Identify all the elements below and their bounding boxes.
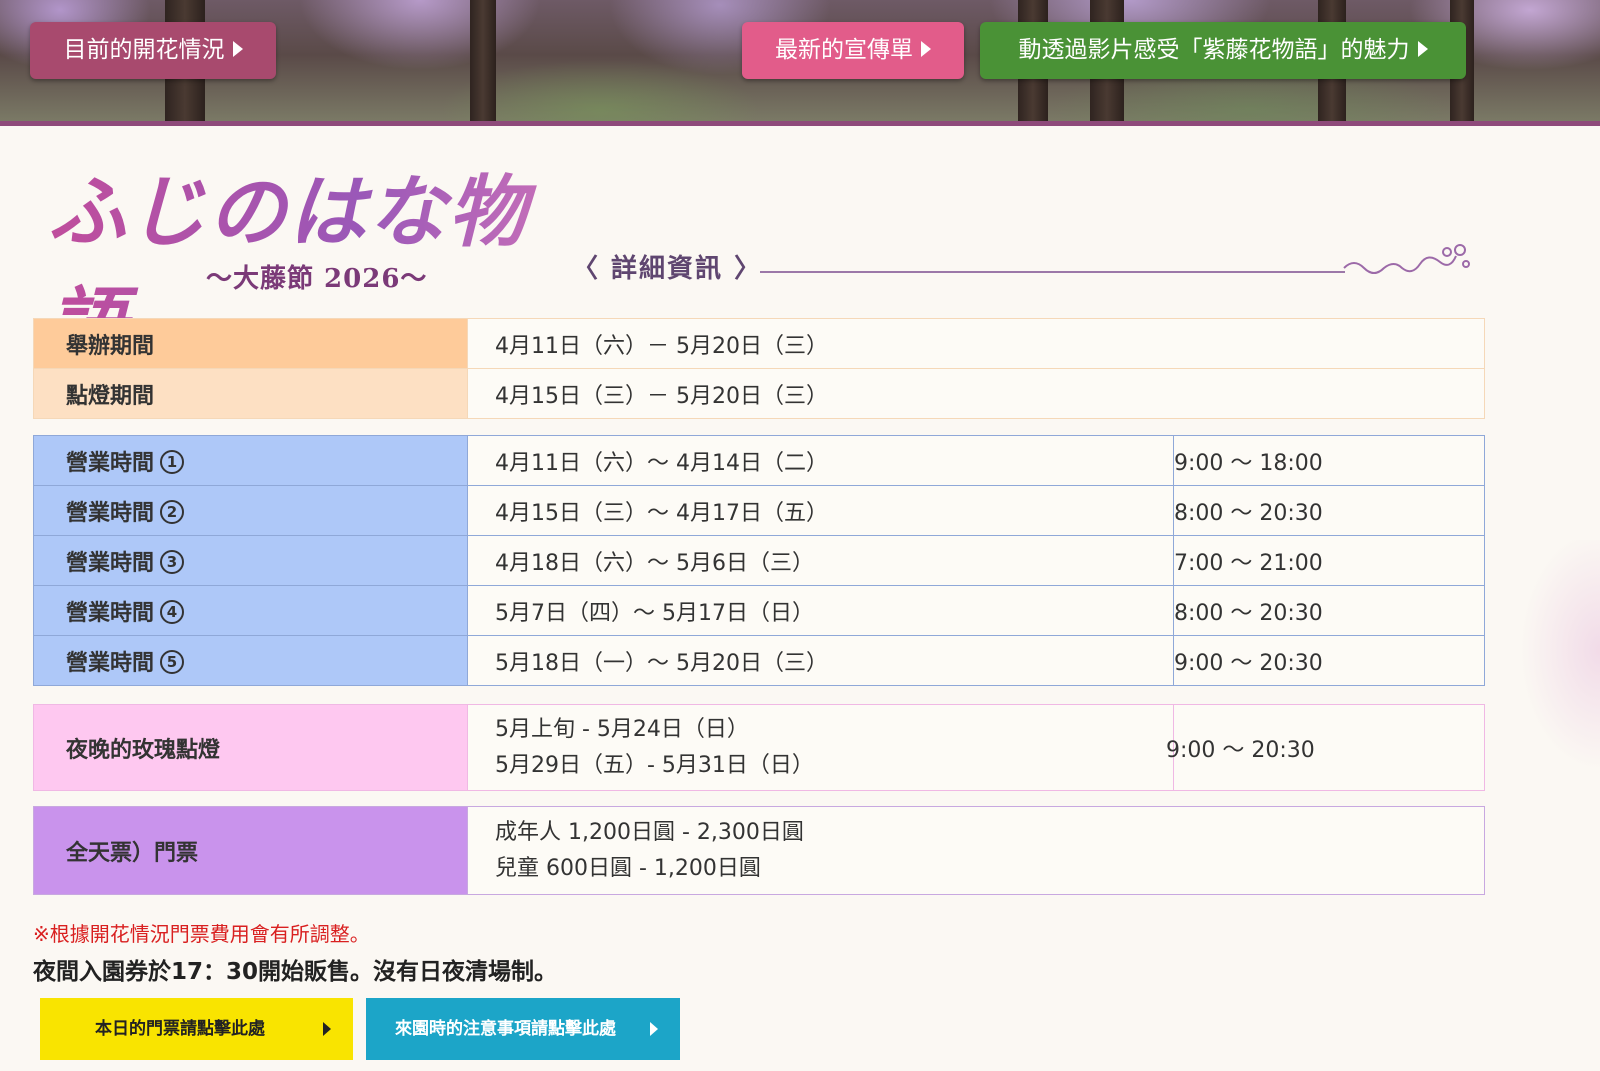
play-arrow-icon	[650, 1022, 658, 1036]
visit-notes-label: 來園時的注意事項請點擊此處	[395, 1019, 616, 1039]
hours-time: 8:00 〜 20:30	[1173, 485, 1485, 536]
video-button[interactable]: 動透過影片感受「紫藤花物語」的魅力	[980, 22, 1466, 79]
rose-dates-line: 5月29日（五）- 5月31日（日）	[495, 752, 814, 778]
hours-time: 9:00 〜 18:00	[1173, 435, 1485, 486]
latest-flyer-label: 最新的宣傳單	[775, 37, 913, 63]
period-table: 舉辦期間 4月11日（六）－ 5月20日（三） 點燈期間 4月15日（三）－ 5…	[33, 318, 1485, 419]
rose-dates-line: 5月上旬 - 5月24日（日）	[495, 716, 749, 742]
video-label: 動透過影片感受「紫藤花物語」的魅力	[1018, 37, 1410, 63]
latest-flyer-button[interactable]: 最新的宣傳單	[742, 22, 964, 79]
visit-notes-button[interactable]: 來園時的注意事項請點擊此處	[366, 998, 680, 1060]
wisteria-trunk	[470, 0, 496, 122]
table-row: 舉辦期間 4月11日（六）－ 5月20日（三）	[33, 318, 1485, 369]
hours-label: 營業時間 5	[33, 635, 468, 686]
ticket-price-line: 成年人 1,200日圓 - 2,300日圓	[495, 819, 804, 845]
circled-number: 3	[160, 549, 185, 574]
bloom-status-label: 目前的開花情況	[63, 37, 225, 63]
rose-dates: 5月上旬 - 5月24日（日） 5月29日（五）- 5月31日（日）	[467, 704, 1174, 791]
play-arrow-icon	[1417, 40, 1428, 57]
hours-label: 營業時間 2	[33, 485, 468, 536]
hours-time: 9:00 〜 20:30	[1173, 635, 1485, 686]
circled-number: 2	[160, 499, 185, 524]
today-ticket-button[interactable]: 本日的門票請點擊此處	[40, 998, 353, 1060]
hours-dates: 5月7日（四）〜 5月17日（日）	[467, 585, 1174, 636]
bloom-status-button[interactable]: 目前的開花情況	[30, 22, 276, 79]
hours-time: 8:00 〜 20:30	[1173, 585, 1485, 636]
hours-label-text: 營業時間	[66, 450, 155, 476]
play-arrow-icon	[921, 40, 931, 57]
play-arrow-icon	[232, 40, 243, 57]
rose-table: 夜晚的玫瑰點燈 5月上旬 - 5月24日（日） 5月29日（五）- 5月31日（…	[33, 704, 1485, 791]
hours-time: 7:00 〜 21:00	[1173, 535, 1485, 586]
rose-label: 夜晚的玫瑰點燈	[33, 704, 468, 791]
ticket-label: 全天票）門票	[33, 806, 468, 895]
logo-subtitle: 〜大藤節 2026〜	[206, 264, 428, 294]
play-arrow-icon	[323, 1022, 331, 1036]
hours-dates: 5月18日（一）〜 5月20日（三）	[467, 635, 1174, 686]
hours-label-text: 營業時間	[66, 600, 155, 626]
table-row: 全天票）門票 成年人 1,200日圓 - 2,300日圓 兒童 600日圓 - …	[33, 806, 1485, 895]
ticket-prices: 成年人 1,200日圓 - 2,300日圓 兒童 600日圓 - 1,200日圓	[467, 806, 1485, 895]
hours-label-text: 營業時間	[66, 550, 155, 576]
table-row: 夜晚的玫瑰點燈 5月上旬 - 5月24日（日） 5月29日（五）- 5月31日（…	[33, 704, 1485, 791]
price-adjust-note: ※根據開花情況門票費用會有所調整。	[33, 922, 370, 946]
table-row: 營業時間 3 4月18日（六）〜 5月6日（三） 7:00 〜 21:00	[33, 535, 1485, 586]
circled-number: 4	[160, 599, 185, 624]
table-row: 點燈期間 4月15日（三）－ 5月20日（三）	[33, 368, 1485, 419]
side-flower-decoration	[1510, 540, 1600, 770]
ticket-table: 全天票）門票 成年人 1,200日圓 - 2,300日圓 兒童 600日圓 - …	[33, 806, 1485, 895]
flourish-ornament-icon	[1343, 244, 1470, 274]
hours-table: 營業時間 1 4月11日（六）〜 4月14日（二） 9:00 〜 18:00 營業…	[33, 435, 1485, 686]
night-ticket-note: 夜間入園券於17：30開始販售。沒有日夜清場制。	[33, 959, 558, 985]
hours-dates: 4月11日（六）〜 4月14日（二）	[467, 435, 1174, 486]
table-row: 營業時間 5 5月18日（一）〜 5月20日（三） 9:00 〜 20:30	[33, 635, 1485, 686]
period-label: 舉辦期間	[33, 318, 468, 369]
hours-label-text: 營業時間	[66, 500, 155, 526]
today-ticket-label: 本日的門票請點擊此處	[95, 1019, 265, 1039]
heading-rule	[760, 271, 1345, 273]
hours-dates: 4月15日（三）〜 4月17日（五）	[467, 485, 1174, 536]
circled-number: 5	[160, 649, 185, 674]
hours-label-text: 營業時間	[66, 650, 155, 676]
hours-label: 營業時間 1	[33, 435, 468, 486]
table-row: 營業時間 2 4月15日（三）〜 4月17日（五） 8:00 〜 20:30	[33, 485, 1485, 536]
circled-number: 1	[160, 449, 185, 474]
hero-border	[0, 121, 1600, 126]
period-value: 4月11日（六）－ 5月20日（三）	[467, 318, 1485, 369]
table-row: 營業時間 4 5月7日（四）〜 5月17日（日） 8:00 〜 20:30	[33, 585, 1485, 636]
festival-logo: ふじのはな物語 〜大藤節 2026〜	[48, 150, 568, 370]
table-row: 營業時間 1 4月11日（六）〜 4月14日（二） 9:00 〜 18:00	[33, 435, 1485, 486]
detail-heading: 〈 詳細資訊 〉	[572, 254, 763, 284]
ticket-price-line: 兒童 600日圓 - 1,200日圓	[495, 855, 761, 881]
period-value: 4月15日（三）－ 5月20日（三）	[467, 368, 1485, 419]
period-label: 點燈期間	[33, 368, 468, 419]
hours-label: 營業時間 4	[33, 585, 468, 636]
rose-time-text: 9:00 〜 20:30	[1166, 737, 1315, 763]
hours-label: 營業時間 3	[33, 535, 468, 586]
rose-time: 9:00 〜 20:30	[1166, 704, 1485, 791]
hours-dates: 4月18日（六）〜 5月6日（三）	[467, 535, 1174, 586]
